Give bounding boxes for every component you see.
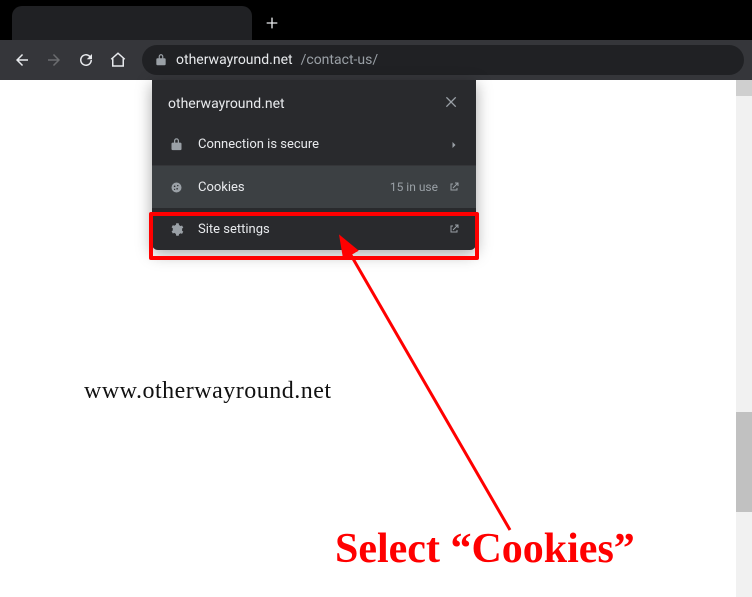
cookie-icon (168, 180, 184, 195)
url-domain: otherwayround.net (176, 52, 293, 68)
site-settings-label: Site settings (198, 222, 434, 237)
cookies-label: Cookies (198, 180, 376, 195)
arrow-right-icon (45, 51, 63, 69)
back-button[interactable] (8, 46, 36, 74)
forward-button[interactable] (40, 46, 68, 74)
lock-icon (168, 137, 184, 152)
annotation-arrow (300, 230, 600, 560)
reload-icon (77, 51, 95, 69)
connection-secure-label: Connection is secure (198, 137, 434, 152)
plus-icon (264, 15, 280, 31)
close-popover-button[interactable] (444, 94, 460, 114)
gear-icon (168, 222, 184, 237)
vertical-scrollbar[interactable] (736, 80, 752, 597)
page-viewport: otherwayround.net Connection is secure C… (0, 80, 752, 597)
url-path: /contact-us/ (301, 52, 379, 68)
home-icon (109, 51, 127, 69)
cookies-row[interactable]: Cookies 15 in use (152, 166, 476, 208)
arrow-left-icon (13, 51, 31, 69)
reload-button[interactable] (72, 46, 100, 74)
open-external-icon (448, 181, 460, 193)
home-button[interactable] (104, 46, 132, 74)
browser-tab[interactable] (12, 6, 252, 40)
scrollbar-up-button[interactable] (736, 80, 752, 96)
site-settings-row[interactable]: Site settings (152, 208, 476, 250)
annotation-text: Select “Cookies” (335, 525, 635, 573)
popover-header: otherwayround.net (152, 80, 476, 124)
close-icon (444, 94, 460, 110)
popover-site-title: otherwayround.net (168, 96, 444, 112)
open-external-icon (448, 223, 460, 235)
watermark-text: www.otherwayround.net (84, 378, 332, 405)
tab-strip (0, 0, 752, 40)
address-bar[interactable]: otherwayround.net/contact-us/ (142, 45, 744, 75)
chevron-right-icon (448, 139, 460, 151)
scrollbar-thumb[interactable] (736, 412, 752, 512)
site-info-popover: otherwayround.net Connection is secure C… (152, 80, 476, 250)
new-tab-button[interactable] (258, 9, 286, 37)
lock-icon (154, 53, 168, 67)
connection-secure-row[interactable]: Connection is secure (152, 124, 476, 166)
browser-toolbar: otherwayround.net/contact-us/ (0, 40, 752, 80)
cookies-count: 15 in use (390, 180, 438, 194)
